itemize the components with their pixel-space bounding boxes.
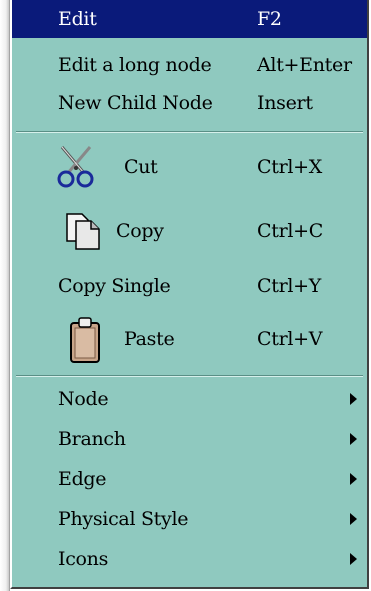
menu-item-label: Cut: [124, 156, 158, 178]
menu-item-edit-long-node[interactable]: Edit a long node Alt+Enter: [12, 48, 367, 82]
menu-item-shortcut: Ctrl+C: [257, 220, 323, 242]
menu-item-edit[interactable]: Edit F2: [12, 0, 367, 38]
menu-item-copy[interactable]: Copy Ctrl+C: [12, 206, 367, 256]
clipboard-icon: [68, 316, 102, 369]
menu-item-label: Copy Single: [58, 275, 171, 297]
menu-item-label: Edge: [58, 468, 107, 490]
menu-separator: [16, 131, 363, 133]
menu-item-new-child-node[interactable]: New Child Node Insert: [12, 86, 367, 120]
context-menu: Edit F2 Edit a long node Alt+Enter New C…: [10, 0, 369, 589]
menu-separator: [16, 375, 363, 377]
menu-item-label: Node: [58, 388, 109, 410]
menu-item-label: New Child Node: [58, 92, 213, 114]
submenu-arrow-icon: [350, 393, 357, 405]
menu-item-node[interactable]: Node: [12, 382, 367, 416]
menu-item-label: Paste: [124, 328, 175, 350]
window-edge: [0, 0, 10, 591]
menu-item-shortcut: Insert: [257, 92, 313, 114]
menu-item-edge[interactable]: Edge: [12, 462, 367, 496]
menu-item-shortcut: Alt+Enter: [257, 54, 352, 76]
menu-item-label: Copy: [116, 220, 164, 242]
submenu-arrow-icon: [350, 553, 357, 565]
menu-item-shortcut: Ctrl+Y: [257, 275, 321, 297]
menu-item-label: Edit: [58, 8, 97, 30]
menu-item-shortcut: F2: [257, 8, 282, 30]
scissors-icon: [54, 145, 98, 194]
menu-item-shortcut: Ctrl+X: [257, 156, 322, 178]
menu-item-icons[interactable]: Icons: [12, 542, 367, 576]
menu-item-label: Edit a long node: [58, 54, 212, 76]
menu-item-cut[interactable]: Cut Ctrl+X: [12, 142, 367, 192]
submenu-arrow-icon: [350, 433, 357, 445]
menu-item-label: Icons: [58, 548, 109, 570]
menu-item-physical-style[interactable]: Physical Style: [12, 502, 367, 536]
submenu-arrow-icon: [350, 473, 357, 485]
menu-item-label: Branch: [58, 428, 126, 450]
menu-item-branch[interactable]: Branch: [12, 422, 367, 456]
menu-item-label: Physical Style: [58, 508, 189, 530]
menu-item-paste[interactable]: Paste Ctrl+V: [12, 312, 367, 366]
menu-item-shortcut: Ctrl+V: [257, 328, 323, 350]
menu-item-copy-single[interactable]: Copy Single Ctrl+Y: [12, 266, 367, 306]
submenu-arrow-icon: [350, 513, 357, 525]
copy-documents-icon: [64, 211, 104, 256]
